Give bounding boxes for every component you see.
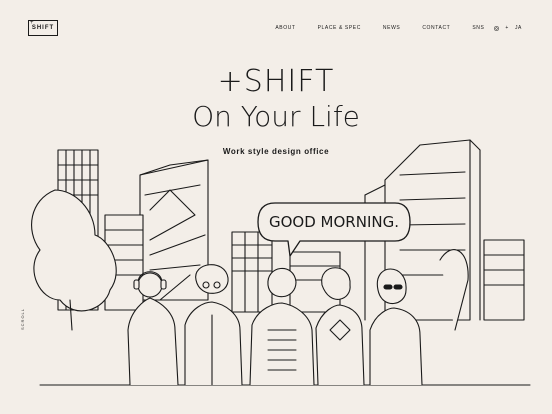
main-nav: ABOUT PLACE & SPEC NEWS CONTACT SNS + JA (253, 25, 522, 31)
logo-plus: + (30, 20, 35, 26)
nav-news[interactable]: NEWS (383, 25, 400, 31)
city-illustration (31, 139, 531, 386)
speech-bubble-text: GOOD MORNING. (269, 213, 399, 231)
hero-title-line1: +SHIFT (217, 64, 335, 99)
language-switch[interactable]: + JA (494, 25, 522, 31)
hero-title: +SHIFT On Your Life (0, 66, 552, 133)
person-phone (315, 267, 365, 386)
logo-text: SHIFT (31, 25, 55, 31)
site-logo[interactable]: + SHIFT (28, 20, 58, 36)
lang-ja[interactable]: JA (515, 25, 522, 31)
hero-title-line2: On Your Life (192, 100, 360, 133)
building-far-right (439, 239, 525, 331)
scroll-indicator[interactable]: SCROLL (20, 308, 25, 330)
nav-contact[interactable]: CONTACT (422, 25, 450, 31)
plus-icon: + (505, 25, 509, 31)
nav-place-spec[interactable]: PLACE & SPEC (318, 25, 361, 31)
instagram-icon[interactable] (494, 25, 500, 31)
hero-subtitle: Work style design office (222, 147, 330, 156)
nav-about[interactable]: ABOUT (275, 25, 295, 31)
tree-left (31, 189, 117, 331)
nav-sns[interactable]: SNS (472, 25, 484, 31)
